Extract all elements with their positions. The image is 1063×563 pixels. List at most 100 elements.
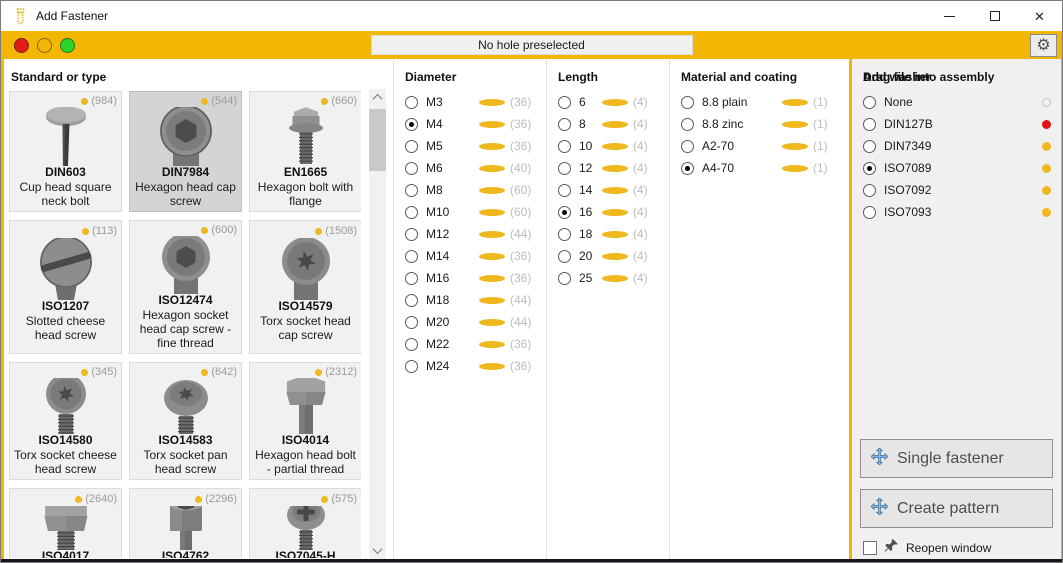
diameter-option-m3[interactable]: M3(36) [394,91,546,113]
radio-button[interactable] [681,162,694,175]
close-button[interactable]: ✕ [1017,1,1062,31]
fastener-card-iso1207[interactable]: (113)ISO1207Slotted cheese head screw [9,220,122,354]
radio-button[interactable] [681,140,694,153]
radio-button[interactable] [863,140,876,153]
scroll-up-button[interactable] [369,89,386,106]
card-description: Hexagon head cap screw [132,180,239,208]
titlebar: Add Fastener ✕ [1,1,1062,31]
cards-scrollbar[interactable] [369,89,386,559]
availability-dot-icon [479,341,505,348]
radio-button[interactable] [558,118,571,131]
fastener-card-iso4014[interactable]: (2312)ISO4014Hexagon head bolt - partial… [249,362,361,480]
material-option-8-8-plain[interactable]: 8.8 plain(1) [670,91,849,113]
radio-button[interactable] [405,294,418,307]
radio-button[interactable] [405,184,418,197]
reopen-window-checkbox[interactable] [863,541,877,555]
fastener-card-din7984[interactable]: (544)DIN7984Hexagon head cap screw [129,91,242,212]
length-option-20[interactable]: 20(4) [547,245,669,267]
card-description: Hexagon socket head cap screw - fine thr… [132,308,239,350]
maximize-button[interactable] [972,1,1017,31]
availability-dot-icon [782,165,808,172]
washer-option-iso7089[interactable]: ISO7089 [852,157,1061,179]
card-count: (2296) [195,492,239,506]
radio-button[interactable] [863,206,876,219]
radio-button[interactable] [558,250,571,263]
fastener-card-iso14583[interactable]: (642)ISO14583Torx socket pan head screw [129,362,242,480]
option-count: (36) [479,337,536,351]
diameter-option-m22[interactable]: M22(36) [394,333,546,355]
radio-button[interactable] [863,118,876,131]
fastener-card-iso12474[interactable]: (600)ISO12474Hexagon socket head cap scr… [129,220,242,354]
fastener-card-din603[interactable]: (984)DIN603Cup head square neck bolt [9,91,122,212]
radio-button[interactable] [405,360,418,373]
fastener-card-iso4762[interactable]: (2296)ISO4762 [129,488,242,558]
radio-button[interactable] [405,118,418,131]
radio-button[interactable] [558,184,571,197]
radio-button[interactable] [558,228,571,241]
diameter-option-m10[interactable]: M10(60) [394,201,546,223]
fastener-card-iso7045-h[interactable]: (575)ISO7045-H [249,488,361,558]
diameter-option-m8[interactable]: M8(60) [394,179,546,201]
radio-button[interactable] [558,140,571,153]
length-option-8[interactable]: 8(4) [547,113,669,135]
fastener-card-iso14579[interactable]: (1508)ISO14579Torx socket head cap screw [249,220,361,354]
material-option-a2-70[interactable]: A2-70(1) [670,135,849,157]
radio-button[interactable] [405,96,418,109]
radio-button[interactable] [558,96,571,109]
washer-option-iso7092[interactable]: ISO7092 [852,179,1061,201]
settings-button[interactable]: ⚙ [1030,34,1057,57]
availability-dot-icon [479,363,505,370]
radio-button[interactable] [405,162,418,175]
option-label: 18 [579,227,602,241]
length-option-18[interactable]: 18(4) [547,223,669,245]
diameter-option-m4[interactable]: M4(36) [394,113,546,135]
length-option-14[interactable]: 14(4) [547,179,669,201]
radio-button[interactable] [681,96,694,109]
diameter-option-m18[interactable]: M18(44) [394,289,546,311]
option-label: 8.8 plain [702,95,782,109]
washer-option-iso7093[interactable]: ISO7093 [852,201,1061,223]
radio-button[interactable] [863,96,876,109]
washer-option-din7349[interactable]: DIN7349 [852,135,1061,157]
material-option-a4-70[interactable]: A4-70(1) [670,157,849,179]
diameter-option-m14[interactable]: M14(36) [394,245,546,267]
radio-button[interactable] [405,338,418,351]
radio-button[interactable] [863,184,876,197]
diameter-option-m12[interactable]: M12(44) [394,223,546,245]
radio-button[interactable] [558,206,571,219]
minimize-button[interactable] [927,1,972,31]
radio-button[interactable] [405,316,418,329]
washer-option-din127b[interactable]: DIN127B [852,113,1061,135]
radio-button[interactable] [405,250,418,263]
scroll-down-button[interactable] [369,542,386,559]
create-pattern-button[interactable]: Create pattern [860,489,1053,528]
radio-button[interactable] [558,162,571,175]
scrollbar-thumb[interactable] [369,109,386,171]
diameter-option-m5[interactable]: M5(36) [394,135,546,157]
fastener-card-en1665[interactable]: (660)EN1665Hexagon bolt with flange [249,91,361,212]
radio-button[interactable] [558,272,571,285]
radio-button[interactable] [405,272,418,285]
fastener-card-iso14580[interactable]: (345)ISO14580Torx socket cheese head scr… [9,362,122,480]
radio-button[interactable] [405,228,418,241]
minimize-icon [944,16,955,17]
length-option-12[interactable]: 12(4) [547,157,669,179]
diameter-option-m6[interactable]: M6(40) [394,157,546,179]
diameter-option-m24[interactable]: M24(36) [394,355,546,377]
fastener-card-iso4017[interactable]: (2640)ISO4017 [9,488,122,558]
material-option-8-8-zinc[interactable]: 8.8 zinc(1) [670,113,849,135]
length-option-6[interactable]: 6(4) [547,91,669,113]
length-option-10[interactable]: 10(4) [547,135,669,157]
washer-option-none[interactable]: None [852,91,1061,113]
radio-button[interactable] [681,118,694,131]
diameter-option-m20[interactable]: M20(44) [394,311,546,333]
length-option-25[interactable]: 25(4) [547,267,669,289]
radio-button[interactable] [863,162,876,175]
diameter-option-m16[interactable]: M16(36) [394,267,546,289]
option-label: A2-70 [702,139,782,153]
torx-cheese-icon [21,378,111,434]
radio-button[interactable] [405,206,418,219]
length-option-16[interactable]: 16(4) [547,201,669,223]
radio-button[interactable] [405,140,418,153]
single-fastener-button[interactable]: Single fastener [860,439,1053,478]
